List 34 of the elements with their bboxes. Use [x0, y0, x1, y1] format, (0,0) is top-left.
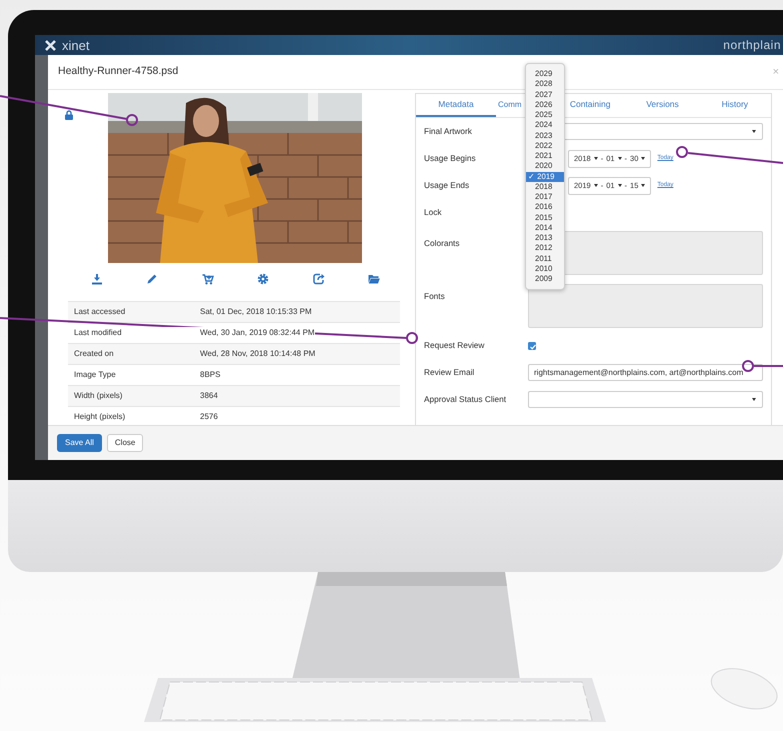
caret-icon — [752, 398, 756, 401]
dialog-title: Healthy-Runner-4758.psd — [58, 64, 178, 80]
folder-icon[interactable] — [368, 273, 380, 285]
field-label: Colorants — [424, 237, 461, 250]
logo-text: xinet — [62, 38, 90, 52]
field-label: Usage Ends — [424, 179, 470, 192]
checkbox[interactable] — [528, 342, 536, 350]
property-value: Sat, 01 Dec, 2018 10:15:33 PM — [200, 306, 312, 318]
property-value: Wed, 28 Nov, 2018 10:14:48 PM — [200, 348, 316, 360]
share-icon[interactable] — [312, 273, 325, 285]
field-label: Fonts — [424, 290, 446, 302]
tab[interactable]: Metadata — [416, 94, 496, 117]
field-label: Usage Begins — [424, 152, 477, 165]
brand-text: northplain — [723, 39, 781, 51]
mouse-drawing — [710, 668, 778, 710]
pencil-icon[interactable] — [146, 273, 158, 285]
cart-icon[interactable] — [202, 273, 214, 285]
field-label: Approval Status Client — [424, 393, 508, 406]
tab[interactable]: History — [698, 94, 771, 117]
caret-icon — [752, 130, 756, 133]
field-label: Request Review — [424, 339, 486, 352]
property-value: Wed, 30 Jan, 2019 08:32:44 PM — [200, 327, 315, 339]
settings-icon[interactable] — [257, 273, 270, 285]
field-label: Lock — [424, 206, 443, 219]
download-icon[interactable] — [91, 273, 103, 285]
select-field[interactable] — [528, 391, 763, 408]
save-button[interactable]: Save All — [57, 434, 102, 452]
close-button[interactable]: Close — [106, 434, 144, 452]
field-label: Final Artwork — [424, 125, 473, 138]
logo-mark-icon — [45, 40, 56, 50]
tab[interactable]: Versions — [626, 94, 699, 117]
email-field[interactable]: rightsmanagement@northplains.com, art@northplains.com — [528, 364, 763, 381]
callout-line — [742, 360, 783, 372]
field-label: Review Email — [424, 366, 476, 379]
